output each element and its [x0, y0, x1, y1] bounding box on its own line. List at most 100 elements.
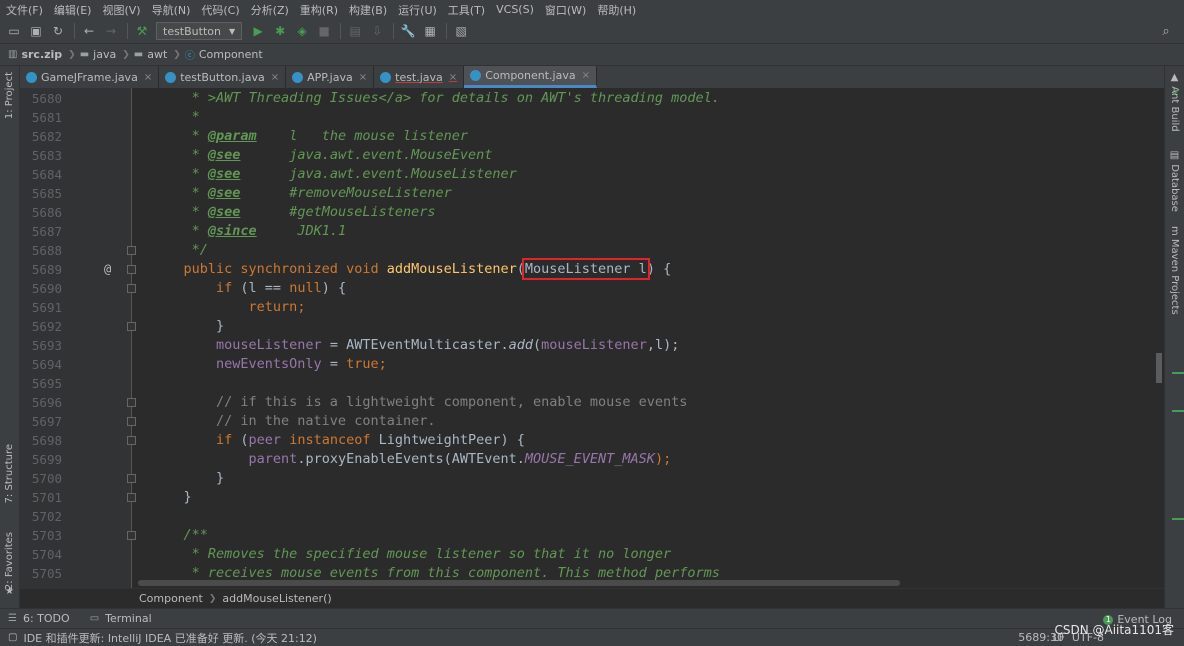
- code-line: 5690 if (l == null) {: [20, 279, 1164, 298]
- update-icon[interactable]: ⇩: [369, 23, 385, 39]
- doc-text: l the mouse listener: [256, 128, 469, 144]
- tab-component[interactable]: Component.java ×: [464, 66, 597, 88]
- save-icon[interactable]: ▣: [28, 23, 44, 39]
- status-message[interactable]: IDE 和插件更新: IntelliJ IDEA 已准备好 更新. (今天 21…: [23, 630, 317, 646]
- ant-build-tool-button[interactable]: ▲ Ant Build: [1169, 72, 1180, 132]
- favorites-tool-button[interactable]: 2: Favorites: [4, 532, 15, 590]
- close-icon[interactable]: ×: [359, 72, 367, 83]
- breadcrumb-awt[interactable]: ▬ awt ❯: [134, 48, 181, 61]
- fold-marker[interactable]: [127, 265, 136, 274]
- line-number: 5688: [31, 243, 62, 258]
- database-tool-button[interactable]: ▤ Database: [1169, 150, 1180, 212]
- menu-analyze[interactable]: 分析(Z): [251, 2, 289, 18]
- tab-gamejframe[interactable]: GameJFrame.java ×: [20, 66, 160, 88]
- tab-app[interactable]: APP.java ×: [286, 66, 375, 88]
- fold-marker[interactable]: [127, 284, 136, 293]
- breadcrumb-java[interactable]: ▬ java ❯: [80, 48, 130, 61]
- code-text: * @see #removeMouseListener: [151, 184, 452, 203]
- line-number: 5681: [31, 110, 62, 125]
- tab-testbutton[interactable]: testButton.java ×: [159, 66, 287, 88]
- code-part: .proxyEnableEvents(AWTEvent.: [297, 451, 525, 467]
- menu-file[interactable]: 文件(F): [6, 2, 43, 18]
- menu-view[interactable]: 视图(V): [102, 2, 140, 18]
- code-text: public synchronized void addMouseListene…: [151, 258, 671, 280]
- fold-marker[interactable]: [127, 474, 136, 483]
- fold-marker[interactable]: [127, 398, 136, 407]
- archive-icon: ▥: [8, 49, 18, 60]
- fold-marker[interactable]: [127, 436, 136, 445]
- fold-marker[interactable]: [127, 531, 136, 540]
- sync-icon[interactable]: ↻: [50, 23, 66, 39]
- menu-refactor[interactable]: 重构(R): [300, 2, 338, 18]
- code-editor[interactable]: 5680 * >AWT Threading Issues</a> for det…: [20, 88, 1164, 588]
- line-number: 5694: [31, 357, 62, 372]
- maven-label: Maven Projects: [1169, 238, 1180, 315]
- close-icon[interactable]: ×: [144, 72, 152, 83]
- menu-edit[interactable]: 编辑(E): [54, 2, 92, 18]
- code-text: * Removes the specified mouse listener s…: [151, 546, 672, 562]
- keyword: null: [289, 280, 322, 296]
- fold-marker[interactable]: [127, 246, 136, 255]
- coverage-icon[interactable]: ◈: [294, 23, 310, 39]
- breadcrumb-method[interactable]: addMouseListener(): [222, 592, 331, 605]
- menu-vcs[interactable]: VCS(S): [496, 3, 534, 16]
- search-icon[interactable]: ⌕: [1158, 23, 1174, 39]
- back-icon[interactable]: ←: [81, 23, 97, 39]
- close-icon[interactable]: ×: [449, 72, 457, 83]
- todo-tool-button[interactable]: ☰ 6: TODO: [8, 612, 70, 625]
- breadcrumb-label: src.zip: [21, 48, 63, 61]
- attach-icon[interactable]: ▤: [347, 23, 363, 39]
- breadcrumb-src-zip[interactable]: ▥ src.zip ❯: [8, 48, 76, 61]
- structure-tool-button[interactable]: 7: Structure: [4, 444, 15, 503]
- run-icon[interactable]: ▶: [250, 23, 266, 39]
- menu-help[interactable]: 帮助(H): [597, 2, 636, 18]
- keyword: true: [346, 356, 379, 372]
- breadcrumb-class[interactable]: Component: [139, 592, 203, 605]
- static-field: MOUSE_EVENT_MASK: [524, 451, 655, 467]
- menu-bar: 文件(F) 编辑(E) 视图(V) 导航(N) 代码(C) 分析(Z) 重构(R…: [0, 0, 1184, 19]
- maven-tool-button[interactable]: m Maven Projects: [1169, 226, 1180, 315]
- menu-tools[interactable]: 工具(T): [448, 2, 485, 18]
- code-text: if (peer instanceof LightweightPeer) {: [151, 431, 525, 450]
- line-number: 5689: [31, 262, 62, 277]
- code-part: ,l);: [646, 337, 680, 353]
- override-marker-icon[interactable]: @: [104, 260, 111, 279]
- code-text: *: [151, 109, 200, 125]
- project-structure-icon[interactable]: ▦: [422, 23, 438, 39]
- fold-marker[interactable]: [127, 493, 136, 502]
- close-icon[interactable]: ×: [271, 72, 279, 83]
- project-tool-button[interactable]: 1: Project: [4, 72, 15, 119]
- code-text: * @param l the mouse listener: [151, 127, 468, 146]
- open-folder-icon[interactable]: ▭: [6, 23, 22, 39]
- field: peer: [248, 432, 282, 448]
- menu-window[interactable]: 窗口(W): [545, 2, 586, 18]
- code-part: ;: [297, 299, 306, 315]
- chevron-right-icon: ❯: [173, 49, 181, 60]
- sdk-manager-icon[interactable]: ▧: [453, 23, 469, 39]
- horizontal-scrollbar[interactable]: [138, 580, 900, 586]
- tool-window-bar: ☰ 6: TODO ▭ Terminal 1 Event Log: [0, 608, 1184, 628]
- stop-icon[interactable]: ■: [316, 23, 332, 39]
- fold-marker[interactable]: [127, 322, 136, 331]
- star-icon: ★: [5, 586, 14, 597]
- code-text: if (l == null) {: [151, 279, 346, 298]
- menu-build[interactable]: 构建(B): [349, 2, 387, 18]
- run-config-select[interactable]: testButton ▼: [156, 22, 243, 40]
- menu-navigate[interactable]: 导航(N): [152, 2, 191, 18]
- menu-code[interactable]: 代码(C): [201, 2, 239, 18]
- code-line: 5683 * @see java.awt.event.MouseEvent: [20, 146, 1164, 165]
- forward-icon[interactable]: →: [103, 23, 119, 39]
- terminal-tool-button[interactable]: ▭ Terminal: [90, 612, 152, 625]
- tab-test[interactable]: test.java ×: [374, 66, 465, 88]
- breadcrumb-component[interactable]: ⓒ Component: [185, 47, 263, 62]
- menu-run[interactable]: 运行(U): [398, 2, 437, 18]
- code-line: 5689 @ public synchronized void addMouseL…: [20, 258, 1164, 280]
- code-part: (: [533, 337, 542, 353]
- settings-wrench-icon[interactable]: 🔧: [400, 23, 416, 39]
- vertical-scrollbar[interactable]: [1156, 353, 1162, 383]
- build-hammer-icon[interactable]: ⚒: [134, 23, 150, 39]
- close-icon[interactable]: ×: [582, 70, 590, 81]
- debug-icon[interactable]: ✱: [272, 23, 288, 39]
- fold-marker[interactable]: [127, 417, 136, 426]
- list-icon: ☰: [8, 613, 17, 624]
